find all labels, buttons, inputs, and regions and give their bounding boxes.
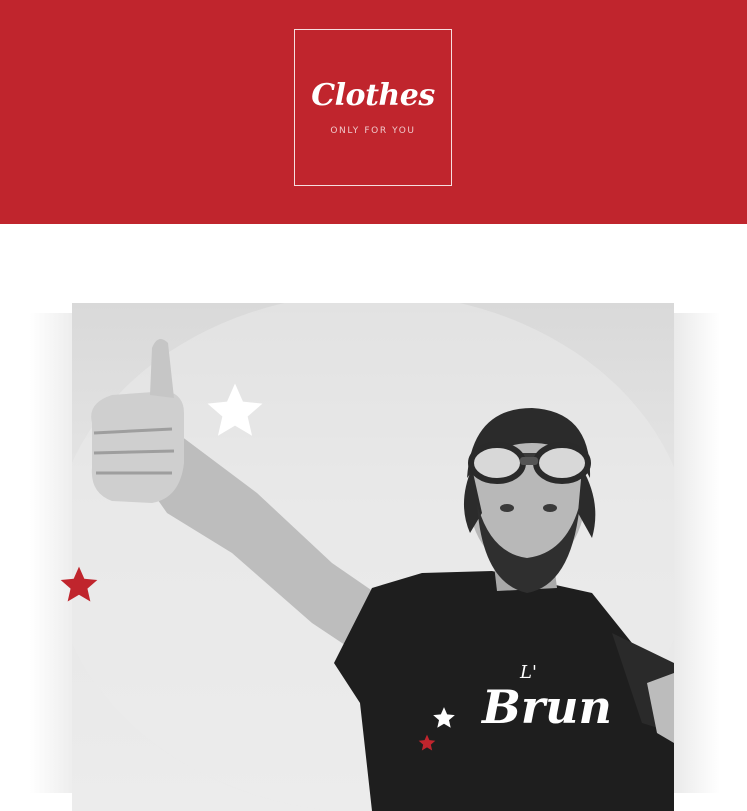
star-icon-red-small bbox=[418, 734, 436, 751]
logo-wordmark: Clothes bbox=[311, 78, 435, 113]
shirt-text-large: Brun bbox=[480, 680, 612, 734]
image-fade-right bbox=[674, 313, 720, 793]
logo-tagline: ONLY FOR YOU bbox=[330, 126, 416, 136]
site-header: Clothes ONLY FOR YOU bbox=[0, 0, 747, 224]
star-icon-white bbox=[207, 383, 263, 436]
star-icon-white-small bbox=[433, 707, 455, 728]
person-illustration: L' Brun bbox=[72, 303, 674, 811]
hero-photo: L' Brun bbox=[72, 303, 674, 811]
hero-image-section: L' Brun bbox=[30, 303, 720, 811]
thumb bbox=[150, 339, 174, 398]
fist bbox=[91, 391, 184, 503]
image-fade-left bbox=[30, 313, 72, 793]
logo[interactable]: Clothes ONLY FOR YOU bbox=[294, 29, 452, 186]
star-icon-red bbox=[60, 566, 98, 602]
